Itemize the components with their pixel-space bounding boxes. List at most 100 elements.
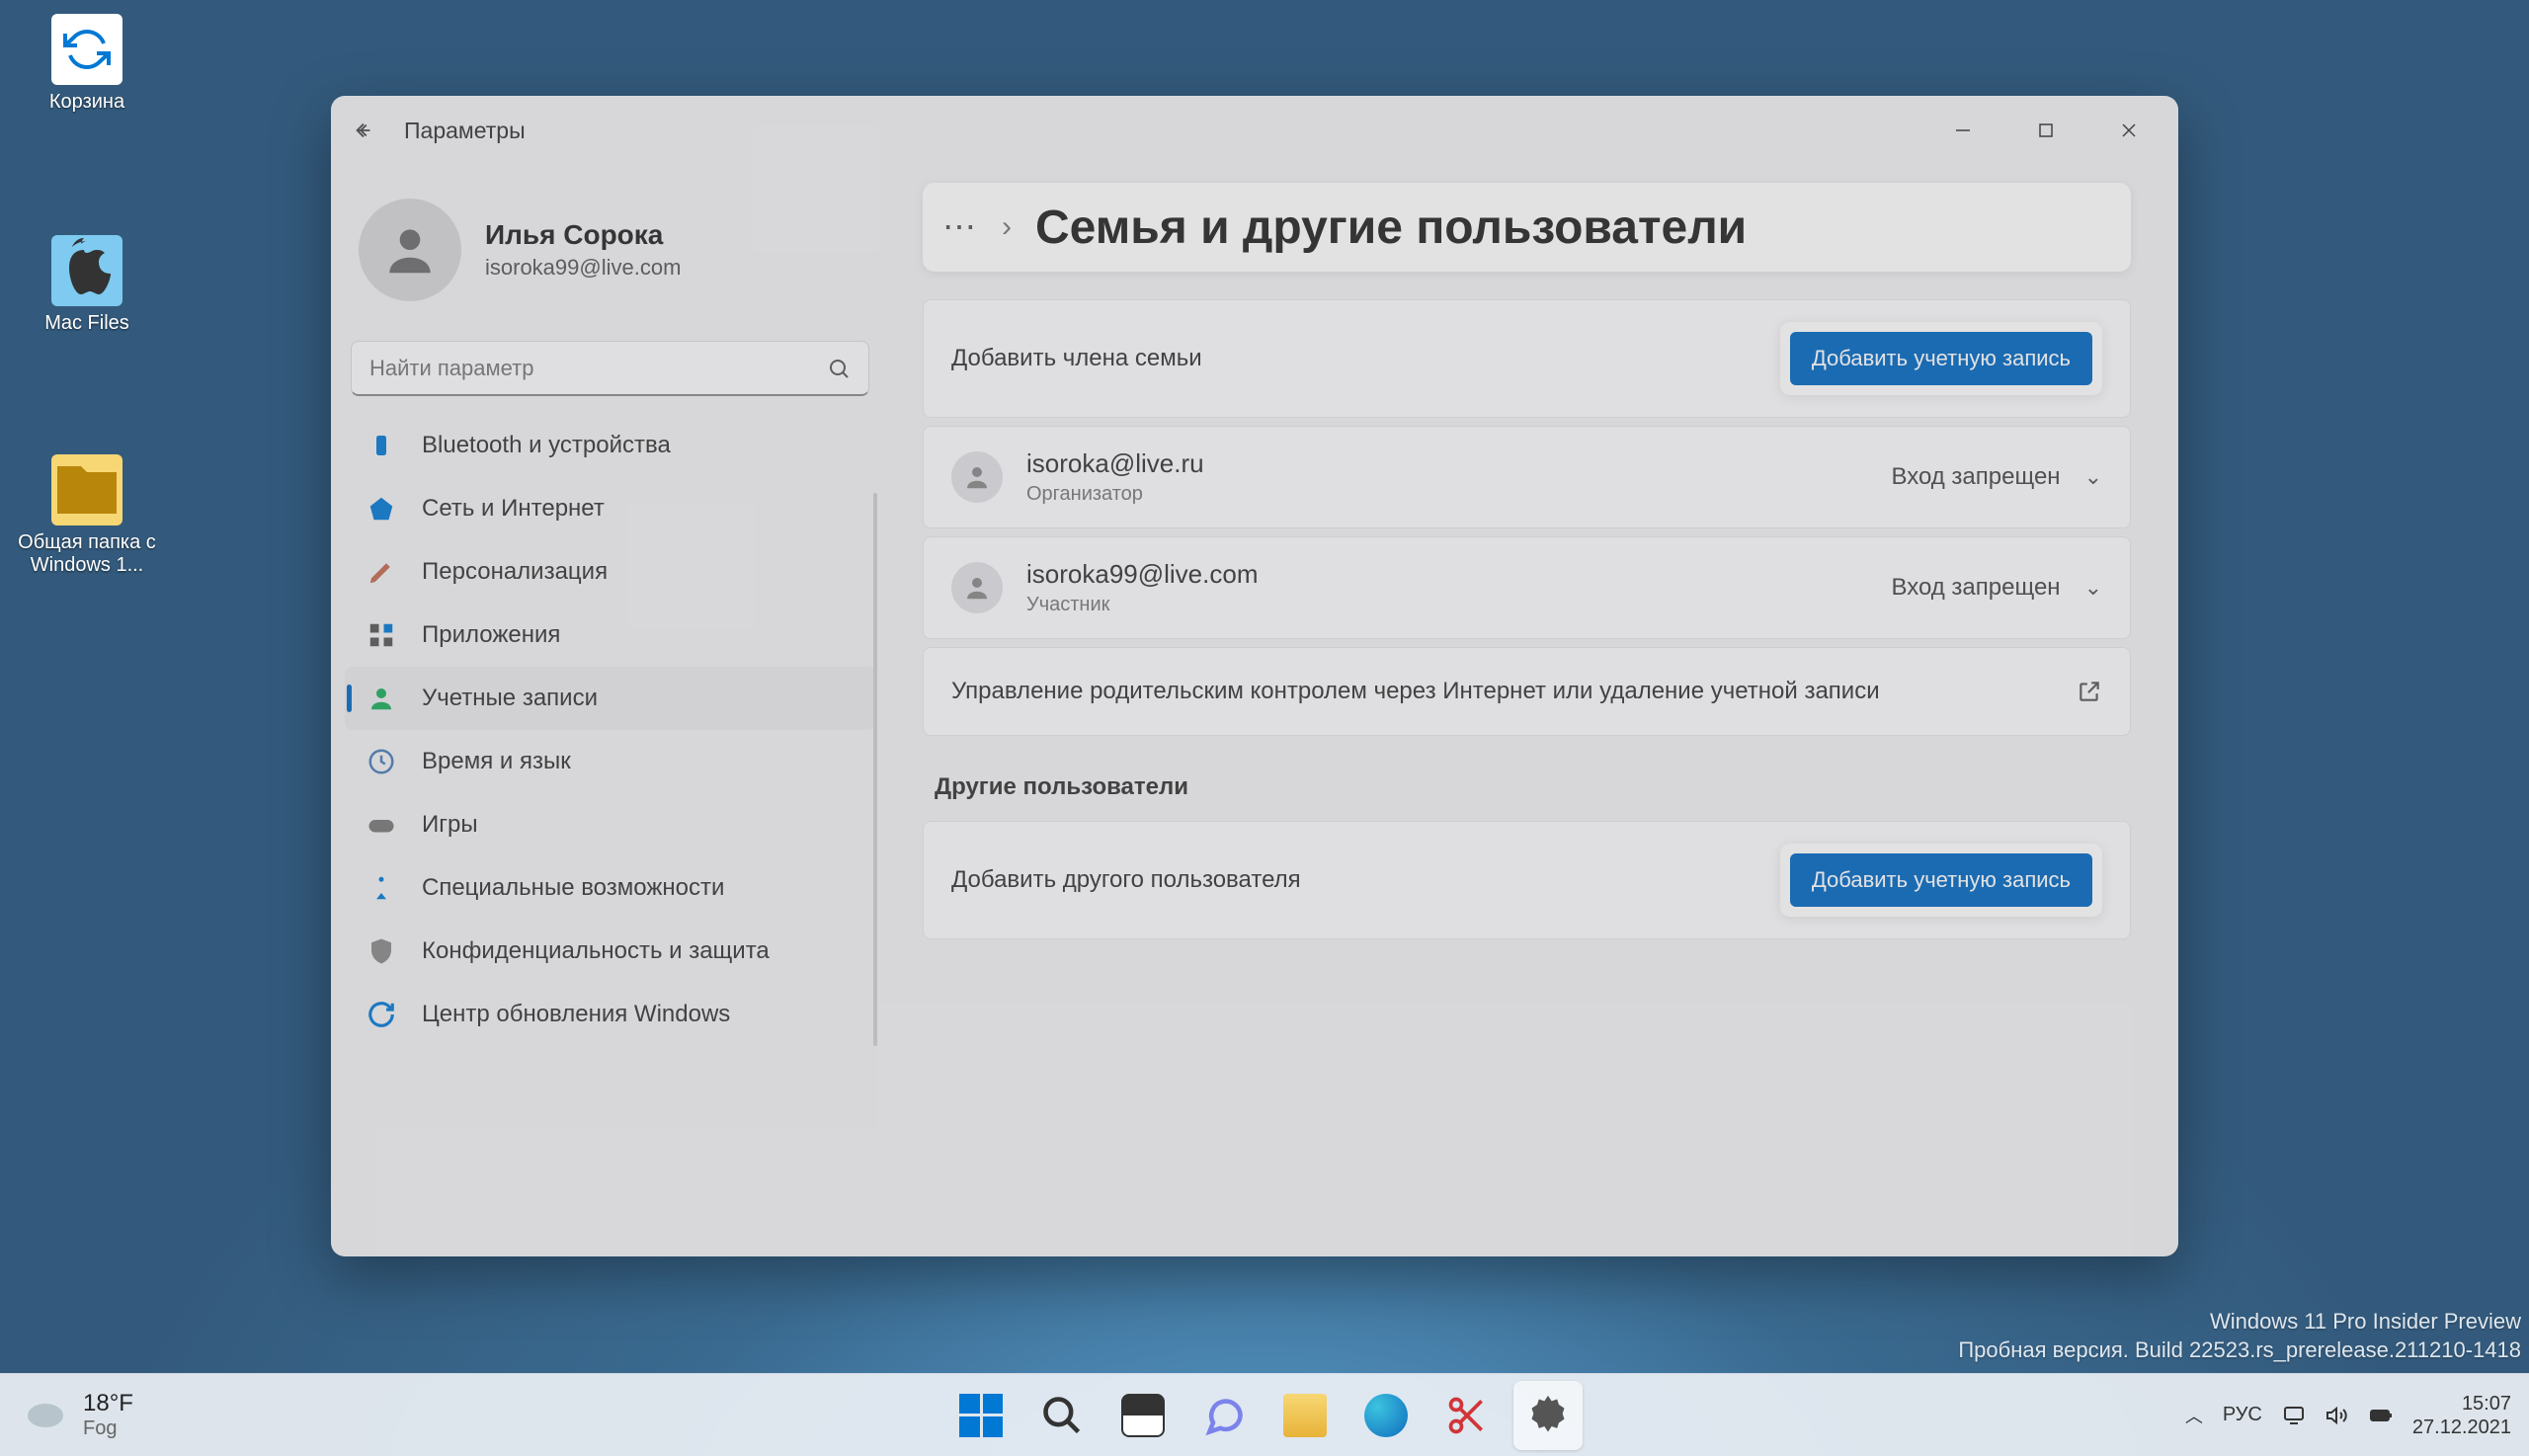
sidebar-item-label: Учетные записи (422, 685, 598, 712)
sidebar-item-network[interactable]: Сеть и Интернет (345, 477, 875, 540)
sidebar-item-gaming[interactable]: Игры (345, 793, 875, 856)
sidebar-nav: Bluetooth и устройства Сеть и Интернет П… (345, 414, 875, 1046)
minimize-button[interactable] (1927, 106, 1999, 155)
folder-icon (51, 235, 122, 306)
breadcrumb-overflow[interactable]: ⋯ (935, 207, 984, 247)
edge-button[interactable] (1351, 1381, 1421, 1450)
snip-button[interactable] (1432, 1381, 1502, 1450)
family-member-row[interactable]: isoroka@live.ru Организатор Вход запреще… (923, 426, 2131, 528)
start-button[interactable] (946, 1381, 1016, 1450)
window-title: Параметры (404, 118, 526, 144)
close-button[interactable] (2093, 106, 2164, 155)
sidebar-item-time[interactable]: Время и язык (345, 730, 875, 793)
taskbar-weather[interactable]: 18°F Fog (0, 1390, 133, 1440)
sidebar: Илья Сорока isoroka99@live.com Bluetooth… (331, 165, 889, 1256)
search-button[interactable] (1027, 1381, 1097, 1450)
sidebar-item-accessibility[interactable]: Специальные возможности (345, 856, 875, 920)
sidebar-item-label: Bluetooth и устройства (422, 432, 671, 459)
taskbar: 18°F Fog ︿ РУС 15:07 27.12.2021 (0, 1373, 2529, 1456)
date: 27.12.2021 (2412, 1416, 2511, 1439)
clock[interactable]: 15:07 27.12.2021 (2412, 1392, 2511, 1439)
profile-block[interactable]: Илья Сорока isoroka99@live.com (345, 175, 875, 333)
network-tray-icon[interactable] (2282, 1404, 2306, 1427)
main-content: ⋯ › Семья и другие пользователи Добавить… (889, 165, 2178, 1256)
external-link-icon (2077, 679, 2102, 704)
add-other-label: Добавить другого пользователя (951, 866, 1780, 894)
sidebar-item-privacy[interactable]: Конфиденциальность и защита (345, 920, 875, 983)
sidebar-item-label: Время и язык (422, 748, 571, 775)
sidebar-item-label: Персонализация (422, 558, 608, 586)
person-icon (367, 684, 396, 713)
member-role: Участник (1026, 594, 1891, 616)
sidebar-item-label: Конфиденциальность и защита (422, 937, 770, 965)
sidebar-item-apps[interactable]: Приложения (345, 604, 875, 667)
chevron-right-icon: › (1002, 210, 1012, 244)
search-input[interactable] (369, 356, 827, 381)
page-title: Семья и другие пользователи (1035, 201, 1747, 255)
desktop-icon-recycle[interactable]: Корзина (18, 14, 156, 114)
scissors-icon (1445, 1394, 1489, 1437)
taskview-button[interactable] (1108, 1381, 1178, 1450)
profile-name: Илья Сорока (485, 219, 681, 251)
parental-label: Управление родительским контролем через … (951, 675, 2077, 708)
language-indicator[interactable]: РУС (2223, 1404, 2262, 1426)
clock-icon (367, 747, 396, 776)
maximize-button[interactable] (2010, 106, 2081, 155)
edge-icon (1364, 1394, 1408, 1437)
tray-chevron[interactable]: ︿ (2185, 1403, 2203, 1428)
breadcrumb: ⋯ › Семья и другие пользователи (923, 183, 2131, 272)
family-member-row[interactable]: isoroka99@live.com Участник Вход запреще… (923, 536, 2131, 639)
settings-window: Параметры Илья Сорока isoroka99@live.com (331, 96, 2178, 1256)
desktop-icon-shared[interactable]: Общая папка с Windows 1... (18, 454, 156, 577)
sidebar-item-label: Специальные возможности (422, 874, 724, 902)
sidebar-item-accounts[interactable]: Учетные записи (345, 667, 875, 730)
bluetooth-icon (367, 431, 396, 460)
other-users-heading: Другие пользователи (935, 773, 2131, 801)
apps-icon (367, 620, 396, 650)
parental-control-row[interactable]: Управление родительским контролем через … (923, 647, 2131, 736)
time: 15:07 (2412, 1392, 2511, 1416)
taskview-icon (1121, 1394, 1165, 1437)
sidebar-item-personalization[interactable]: Персонализация (345, 540, 875, 604)
system-tray: ︿ РУС 15:07 27.12.2021 (2185, 1392, 2529, 1439)
accessibility-icon (367, 873, 396, 903)
titlebar: Параметры (331, 96, 2178, 165)
add-other-user-row: Добавить другого пользователя Добавить у… (923, 821, 2131, 939)
member-role: Организатор (1026, 483, 1891, 506)
sidebar-item-label: Центр обновления Windows (422, 1001, 730, 1028)
chevron-down-icon: ⌄ (2084, 575, 2102, 601)
desktop-icon-label: Корзина (18, 91, 156, 114)
folder-icon (1283, 1394, 1327, 1437)
chevron-down-icon: ⌄ (2084, 464, 2102, 490)
sidebar-item-bluetooth[interactable]: Bluetooth и устройства (345, 414, 875, 477)
settings-button[interactable] (1513, 1381, 1583, 1450)
avatar-icon (359, 199, 461, 301)
brush-icon (367, 557, 396, 587)
desktop-icon-macfiles[interactable]: Mac Files (18, 235, 156, 335)
volume-tray-icon[interactable] (2325, 1404, 2349, 1427)
taskbar-apps (946, 1381, 1583, 1450)
sidebar-item-update[interactable]: Центр обновления Windows (345, 983, 875, 1046)
folder-icon (51, 454, 122, 526)
member-status: Вход запрещен (1891, 574, 2060, 602)
member-email: isoroka@live.ru (1026, 448, 1891, 479)
sidebar-item-label: Сеть и Интернет (422, 495, 605, 523)
person-icon (951, 451, 1003, 503)
add-other-account-button[interactable]: Добавить учетную запись (1790, 853, 2092, 907)
add-family-account-button[interactable]: Добавить учетную запись (1790, 332, 2092, 385)
sidebar-item-label: Игры (422, 811, 478, 839)
sidebar-item-label: Приложения (422, 621, 560, 649)
back-button[interactable] (345, 112, 382, 149)
weather-temp: 18°F (83, 1390, 133, 1417)
sidebar-scrollbar[interactable] (873, 493, 877, 1046)
update-icon (367, 1000, 396, 1029)
network-icon (367, 494, 396, 524)
chat-button[interactable] (1189, 1381, 1259, 1450)
weather-condition: Fog (83, 1417, 133, 1440)
search-box[interactable] (351, 341, 869, 396)
add-family-row: Добавить члена семьи Добавить учетную за… (923, 299, 2131, 418)
battery-tray-icon[interactable] (2369, 1404, 2393, 1427)
search-icon (827, 357, 851, 380)
explorer-button[interactable] (1270, 1381, 1340, 1450)
gamepad-icon (367, 810, 396, 840)
